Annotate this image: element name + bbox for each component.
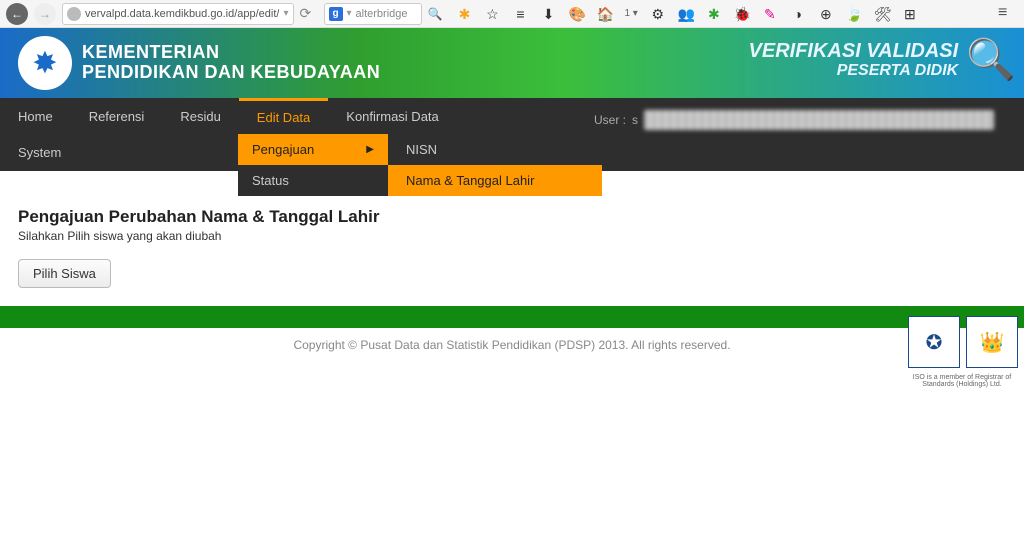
engine-dropdown-icon[interactable]: ▾ [347, 8, 352, 19]
cert-subtext: ISO is a member of Registrar of Standard… [906, 374, 1018, 388]
menu-button[interactable]: ≡ [998, 4, 1018, 24]
page-subtitle: Silahkan Pilih siswa yang akan diubah [18, 229, 1006, 243]
menu-pengajuan[interactable]: Pengajuan ▶ [238, 134, 388, 165]
search-icon[interactable]: 🔍 [428, 7, 443, 21]
pengajuan-submenu: NISN Nama & Tanggal Lahir [388, 134, 602, 196]
bookmark-icon[interactable]: 🎨 [568, 6, 584, 22]
bookmark-icon[interactable]: ⊕ [818, 6, 834, 22]
url-dropdown-icon[interactable]: ▾ [283, 8, 288, 19]
bookmark-icon[interactable]: 🐞 [734, 6, 750, 22]
bookmark-text[interactable]: 1 ▾ [624, 8, 637, 19]
reload-button[interactable]: ⟳ [300, 5, 318, 23]
bookmark-icon[interactable]: ⊞ [902, 6, 918, 22]
footer-green-bar [0, 306, 1024, 328]
nav-system[interactable]: System [0, 135, 79, 171]
globe-icon [67, 7, 81, 21]
bookmark-icon[interactable]: ⬇ [540, 6, 556, 22]
submenu-nama-tgl[interactable]: Nama & Tanggal Lahir [388, 165, 602, 196]
page-title: Pengajuan Perubahan Nama & Tanggal Lahir [18, 207, 1006, 227]
search-person-icon: 🔍 [966, 36, 1016, 83]
bookmark-icon[interactable]: 🍃 [846, 6, 862, 22]
bookmark-icon[interactable]: 🛠 [874, 6, 890, 22]
cert-badge-1: ✪ [908, 316, 960, 368]
cert-badge-2: 👑 [966, 316, 1018, 368]
user-info: User : s [594, 110, 994, 130]
menu-status[interactable]: Status [238, 165, 388, 196]
pilih-siswa-button[interactable]: Pilih Siswa [18, 259, 111, 288]
bookmark-icon[interactable]: ☆ [484, 6, 500, 22]
nav-residu[interactable]: Residu [162, 98, 238, 134]
ministry-title: KEMENTERIAN PENDIDIKAN DAN KEBUDAYAAN [82, 43, 380, 83]
back-button[interactable]: ← [6, 3, 28, 25]
banner-right-line1: VERIFIKASI VALIDASI [749, 40, 959, 62]
copyright-text: Copyright © Pusat Data dan Statistik Pen… [0, 328, 1024, 362]
logo-icon: ✸ [18, 36, 72, 90]
forward-button[interactable]: → [34, 3, 56, 25]
bookmark-icon[interactable]: ✎ [762, 6, 778, 22]
nav-referensi[interactable]: Referensi [71, 98, 163, 134]
nav-konfirmasi[interactable]: Konfirmasi Data [328, 98, 456, 134]
nav-home[interactable]: Home [0, 98, 71, 134]
chevron-right-icon: ▶ [366, 144, 374, 155]
search-box[interactable]: g ▾ alterbridge [324, 3, 422, 25]
bookmark-icon[interactable]: 🏠 [596, 6, 612, 22]
url-bar[interactable]: vervalpd.data.kemdikbud.go.id/app/edit/ … [62, 3, 294, 25]
bookmark-icon[interactable]: ⚙ [650, 6, 666, 22]
bookmark-icon[interactable]: ✱ [456, 6, 472, 22]
editdata-dropdown: Pengajuan ▶ Status [238, 134, 388, 196]
bookmark-icon[interactable]: ≡ [512, 6, 528, 22]
search-engine-icon: g [329, 7, 343, 21]
bookmark-icon[interactable]: ◑ [790, 6, 806, 22]
url-text: vervalpd.data.kemdikbud.go.id/app/edit/ [85, 8, 279, 20]
certification-badges: ✪ 👑 [908, 316, 1018, 368]
nav-edit-data[interactable]: Edit Data [239, 98, 328, 134]
redacted-user [644, 110, 994, 130]
bookmark-icon[interactable]: ✱ [706, 6, 722, 22]
bookmark-icon[interactable]: 👥 [678, 6, 694, 22]
browser-toolbar: ← → vervalpd.data.kemdikbud.go.id/app/ed… [0, 0, 1024, 28]
banner-right-line2: PESERTA DIDIK [749, 62, 959, 80]
search-text: alterbridge [356, 8, 408, 20]
header-banner: ✸ KEMENTERIAN PENDIDIKAN DAN KEBUDAYAAN … [0, 28, 1024, 98]
bookmark-bar: ✱ ☆ ≡ ⬇ 🎨 🏠 1 ▾ ⚙ 👥 ✱ 🐞 ✎ ◑ ⊕ 🍃 🛠 ⊞ [456, 6, 917, 22]
submenu-nisn[interactable]: NISN [388, 134, 602, 165]
